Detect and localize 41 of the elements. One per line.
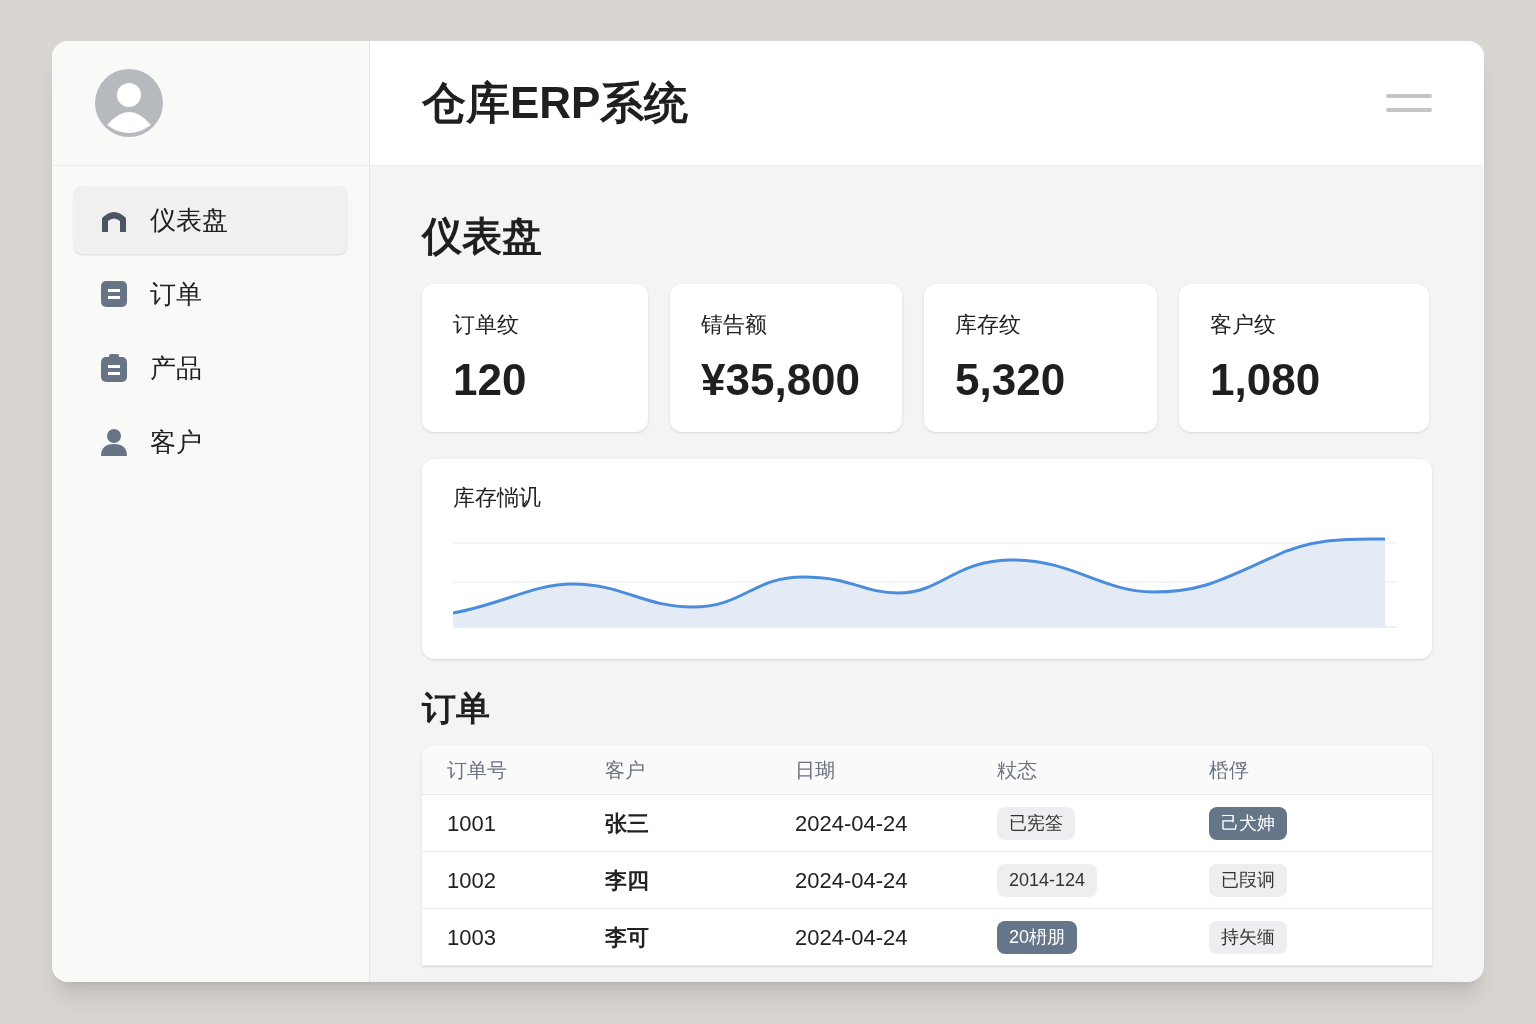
table-cell-text: 李四: [605, 866, 650, 895]
avatar-icon[interactable]: [95, 69, 163, 137]
stat-value: 120: [453, 358, 528, 402]
stat-label: 订单纹: [453, 314, 520, 336]
table-cell-text: 1003: [447, 923, 497, 952]
table-cell-text: 1002: [447, 866, 497, 895]
table-cell-text: 1001: [447, 809, 497, 838]
stat-value: 1,080: [1210, 358, 1322, 402]
sidebar-item[interactable]: 产品: [74, 334, 347, 402]
status-badge: 己犬妽: [1209, 806, 1287, 840]
column-header: 客户: [605, 757, 646, 783]
column-header: 桰俘: [1209, 757, 1250, 783]
status-badge: 20枬朋: [997, 920, 1078, 954]
app-title: 仓库ERP系统: [422, 77, 689, 129]
status-badge: 2014-124: [997, 863, 1098, 897]
table-cell-text: 张三: [605, 809, 650, 838]
clipboard-icon: [100, 354, 128, 382]
table-cell-text: 李可: [605, 923, 650, 952]
page-heading: 仪表盘: [422, 216, 543, 256]
column-header: 粀态: [997, 757, 1038, 783]
status-badge: 已宪筌: [997, 806, 1075, 840]
table-cell-text: 2024-04-24: [795, 923, 909, 952]
sidebar-item[interactable]: 客户: [74, 408, 347, 476]
sidebar-item[interactable]: 订单: [74, 260, 347, 328]
chart-title: 库存惝讥: [453, 487, 542, 509]
stat-label: 锖告额: [701, 314, 768, 336]
stat-value: ¥35,800: [701, 358, 862, 402]
person-icon: [100, 428, 128, 456]
section-heading: 订单: [422, 691, 491, 725]
table-cell-text: 2024-04-24: [795, 866, 909, 895]
stat-value: 5,320: [955, 358, 1067, 402]
column-header: 日瑚: [795, 757, 836, 783]
sidebar-item[interactable]: 仪表盘: [74, 186, 347, 254]
status-badge: 已叚诇: [1209, 863, 1287, 897]
document-icon: [100, 280, 128, 308]
table-cell-text: 2024-04-24: [795, 809, 909, 838]
stat-label: 库存纹: [955, 314, 1022, 336]
column-header: 订单号: [447, 757, 508, 783]
menu-icon[interactable]: [1386, 92, 1432, 114]
status-badge: 持矢缅: [1209, 920, 1287, 954]
stat-label: 客户纹: [1210, 314, 1277, 336]
